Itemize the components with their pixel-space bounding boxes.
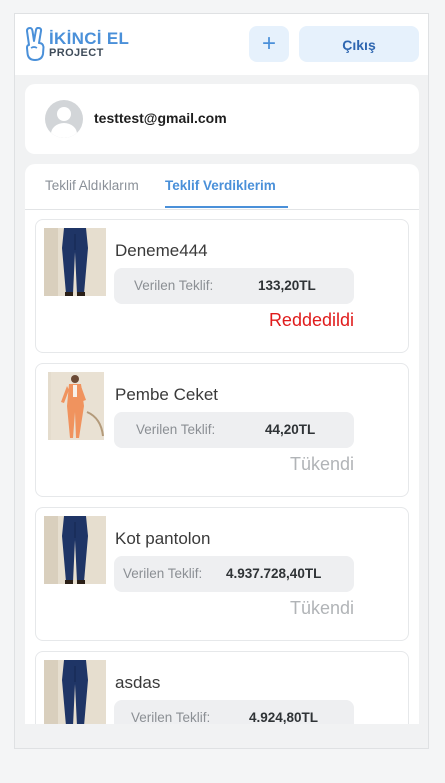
header: İKİNCİ EL PROJECT + Çıkış bbox=[15, 14, 428, 75]
user-card: testtest@gmail.com bbox=[25, 84, 419, 154]
offer-item[interactable]: Kot pantolon Verilen Teklif: 4.937.728,4… bbox=[35, 507, 409, 641]
offer-label: Verilen Teklif: bbox=[134, 278, 214, 293]
offer-amount-box: Verilen Teklif: 4.937.728,40TL bbox=[114, 556, 354, 592]
bottom-bar bbox=[15, 724, 428, 748]
avatar-icon bbox=[45, 100, 83, 138]
logo[interactable]: İKİNCİ EL PROJECT bbox=[24, 26, 129, 62]
app-frame: İKİNCİ EL PROJECT + Çıkış testtest@gmail… bbox=[14, 13, 429, 749]
offer-amount-box: Verilen Teklif: 44,20TL bbox=[114, 412, 354, 448]
tab-received-offers[interactable]: Teklif Aldıklarım bbox=[45, 178, 139, 193]
product-image bbox=[44, 228, 106, 296]
product-name: Deneme444 bbox=[115, 241, 208, 260]
peace-hand-icon bbox=[26, 27, 45, 61]
active-tab-indicator bbox=[165, 206, 288, 208]
offers-panel: Teklif Aldıklarım Teklif Verdiklerim Den… bbox=[25, 164, 419, 748]
user-email: testtest@gmail.com bbox=[94, 110, 227, 126]
offer-status: Tükendi bbox=[289, 454, 354, 474]
offer-value: 44,20TL bbox=[265, 422, 316, 437]
product-name: Pembe Ceket bbox=[115, 385, 218, 404]
product-image bbox=[48, 372, 104, 440]
logout-button[interactable]: Çıkış bbox=[299, 26, 419, 62]
product-name: asdas bbox=[115, 673, 161, 692]
offer-value: 4.937.728,40TL bbox=[226, 566, 322, 581]
offer-tabs: Teklif Aldıklarım Teklif Verdiklerim bbox=[25, 164, 419, 210]
add-listing-button[interactable]: + bbox=[249, 26, 289, 62]
offer-label: Verilen Teklif: bbox=[131, 710, 211, 725]
offer-amount-box: Verilen Teklif: 133,20TL bbox=[114, 268, 354, 304]
offer-item[interactable]: Pembe Ceket Verilen Teklif: 44,20TL Tüke… bbox=[35, 363, 409, 497]
offer-value: 4.924,80TL bbox=[249, 710, 319, 725]
product-image bbox=[44, 516, 106, 584]
offer-label: Verilen Teklif: bbox=[123, 566, 203, 581]
offer-status: Reddedildi bbox=[268, 310, 354, 330]
offer-status: Tükendi bbox=[289, 598, 354, 618]
logo-subtitle: PROJECT bbox=[49, 46, 104, 59]
product-image bbox=[44, 660, 106, 728]
logo-title: İKİNCİ EL bbox=[49, 28, 130, 48]
offer-label: Verilen Teklif: bbox=[136, 422, 216, 437]
product-name: Kot pantolon bbox=[115, 529, 211, 548]
offer-item[interactable]: Deneme444 Verilen Teklif: 133,20TL Redde… bbox=[35, 219, 409, 353]
tab-given-offers[interactable]: Teklif Verdiklerim bbox=[165, 178, 276, 193]
offer-value: 133,20TL bbox=[258, 278, 316, 293]
